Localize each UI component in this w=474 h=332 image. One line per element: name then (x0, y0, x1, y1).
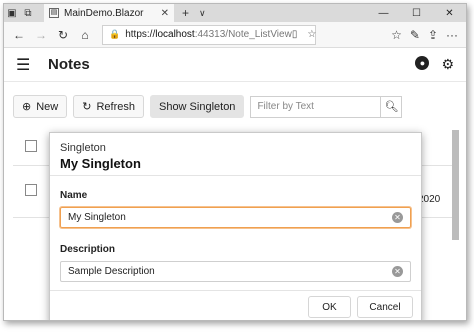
url-field[interactable]: 🔒 https://localhost:44313/Note_ListView … (102, 24, 316, 45)
plus-circle-icon: ⊕ (22, 101, 32, 113)
new-button-label: New (36, 100, 59, 113)
new-tab-icon[interactable]: + (182, 6, 189, 20)
filter-input[interactable]: Filter by Text (250, 95, 381, 118)
url-host: localhost (155, 29, 195, 40)
tab-title: MainDemo.Blazor (64, 7, 144, 19)
browser-tab-bar: ▣ ⧉ ▤ MainDemo.Blazor ✕ + ∨ — ☐ ✕ (4, 4, 466, 22)
select-all-checkbox[interactable] (25, 140, 37, 152)
favorites-icon[interactable]: ☆ (391, 28, 402, 42)
refresh-icon: ↻ (82, 101, 92, 113)
share-icon[interactable]: ⇪ (428, 28, 438, 42)
cancel-button[interactable]: Cancel (357, 296, 413, 318)
pen-icon[interactable]: ✎ (410, 28, 420, 42)
list-toolbar: ⊕ New ↻ Refresh Show Singleton Filter by… (13, 95, 403, 118)
maximize-icon[interactable]: ☐ (400, 4, 433, 22)
more-icon[interactable]: ··· (446, 28, 458, 42)
browser-tools: ☆ ✎ ⇪ ··· (391, 28, 462, 42)
reload-icon[interactable]: ↻ (52, 28, 74, 42)
back-icon[interactable]: ← (8, 28, 30, 42)
show-singleton-button[interactable]: Show Singleton (149, 95, 245, 118)
clear-name-icon[interactable]: ✕ (392, 212, 403, 223)
dialog-footer: OK Cancel (50, 290, 421, 320)
search-icon[interactable]: 🔍︎ (380, 95, 403, 118)
row-checkbox[interactable] (25, 184, 37, 196)
dialog-title: My Singleton (60, 156, 141, 171)
url-scheme: https:// (125, 29, 156, 40)
header-actions: ● ⚙ (415, 56, 454, 73)
user-icon[interactable]: ● (415, 56, 430, 70)
forward-icon[interactable]: → (30, 28, 52, 42)
menu-icon[interactable]: ☰ (16, 55, 38, 75)
new-button[interactable]: ⊕ New (13, 95, 68, 118)
name-value: My Singleton (68, 212, 126, 223)
description-value: Sample Description (68, 266, 155, 277)
dialog-subtitle: Singleton (60, 142, 106, 154)
settings-gear-icon[interactable]: ⚙ (441, 56, 454, 73)
app-header: ☰ Notes ● ⚙ (4, 48, 466, 82)
refresh-button[interactable]: ↻ Refresh (73, 95, 144, 118)
lock-icon: 🔒 (109, 29, 121, 39)
url-path: :44313/Note_ListView (194, 29, 292, 40)
page-icon: ▤ (49, 8, 59, 18)
browser-window: ▣ ⧉ ▤ MainDemo.Blazor ✕ + ∨ — ☐ ✕ ← → ↻ … (3, 3, 467, 321)
description-field[interactable]: Sample Description ✕ (60, 261, 411, 282)
name-field[interactable]: My Singleton ✕ (60, 207, 411, 228)
close-tab-icon[interactable]: ✕ (161, 8, 169, 19)
address-bar-row: ← → ↻ ⌂ 🔒 https://localhost:44313/Note_L… (4, 22, 466, 48)
filter-placeholder: Filter by Text (257, 101, 314, 112)
browser-tab[interactable]: ▤ MainDemo.Blazor ✕ (44, 4, 174, 22)
reading-view-icon[interactable]: ▯ (292, 29, 298, 40)
clear-description-icon[interactable]: ✕ (392, 266, 403, 277)
minimize-icon[interactable]: — (367, 4, 400, 22)
page-title: Notes (48, 56, 90, 73)
chevron-down-icon[interactable]: ∨ (199, 8, 206, 19)
show-singleton-label: Show Singleton (158, 100, 236, 113)
name-label: Name (60, 190, 88, 201)
dialog-header: Singleton My Singleton (50, 133, 421, 176)
close-window-icon[interactable]: ✕ (433, 4, 466, 22)
tab-actions-icon[interactable]: ▣ (4, 4, 20, 22)
window-controls: — ☐ ✕ (367, 4, 466, 22)
grid-scrollbar[interactable] (452, 130, 459, 240)
url-actions: ▯ ☆ (292, 29, 316, 40)
singleton-dialog: Singleton My Singleton Name My Singleton… (49, 132, 422, 320)
favorite-star-icon[interactable]: ☆ (307, 29, 316, 40)
ok-button[interactable]: OK (308, 296, 351, 318)
dialog-body: Name My Singleton ✕ Description Sample D… (50, 176, 421, 282)
refresh-button-label: Refresh (96, 100, 135, 113)
home-icon[interactable]: ⌂ (74, 28, 96, 42)
description-label: Description (60, 244, 116, 255)
tab-set-aside-icon[interactable]: ⧉ (20, 4, 36, 22)
